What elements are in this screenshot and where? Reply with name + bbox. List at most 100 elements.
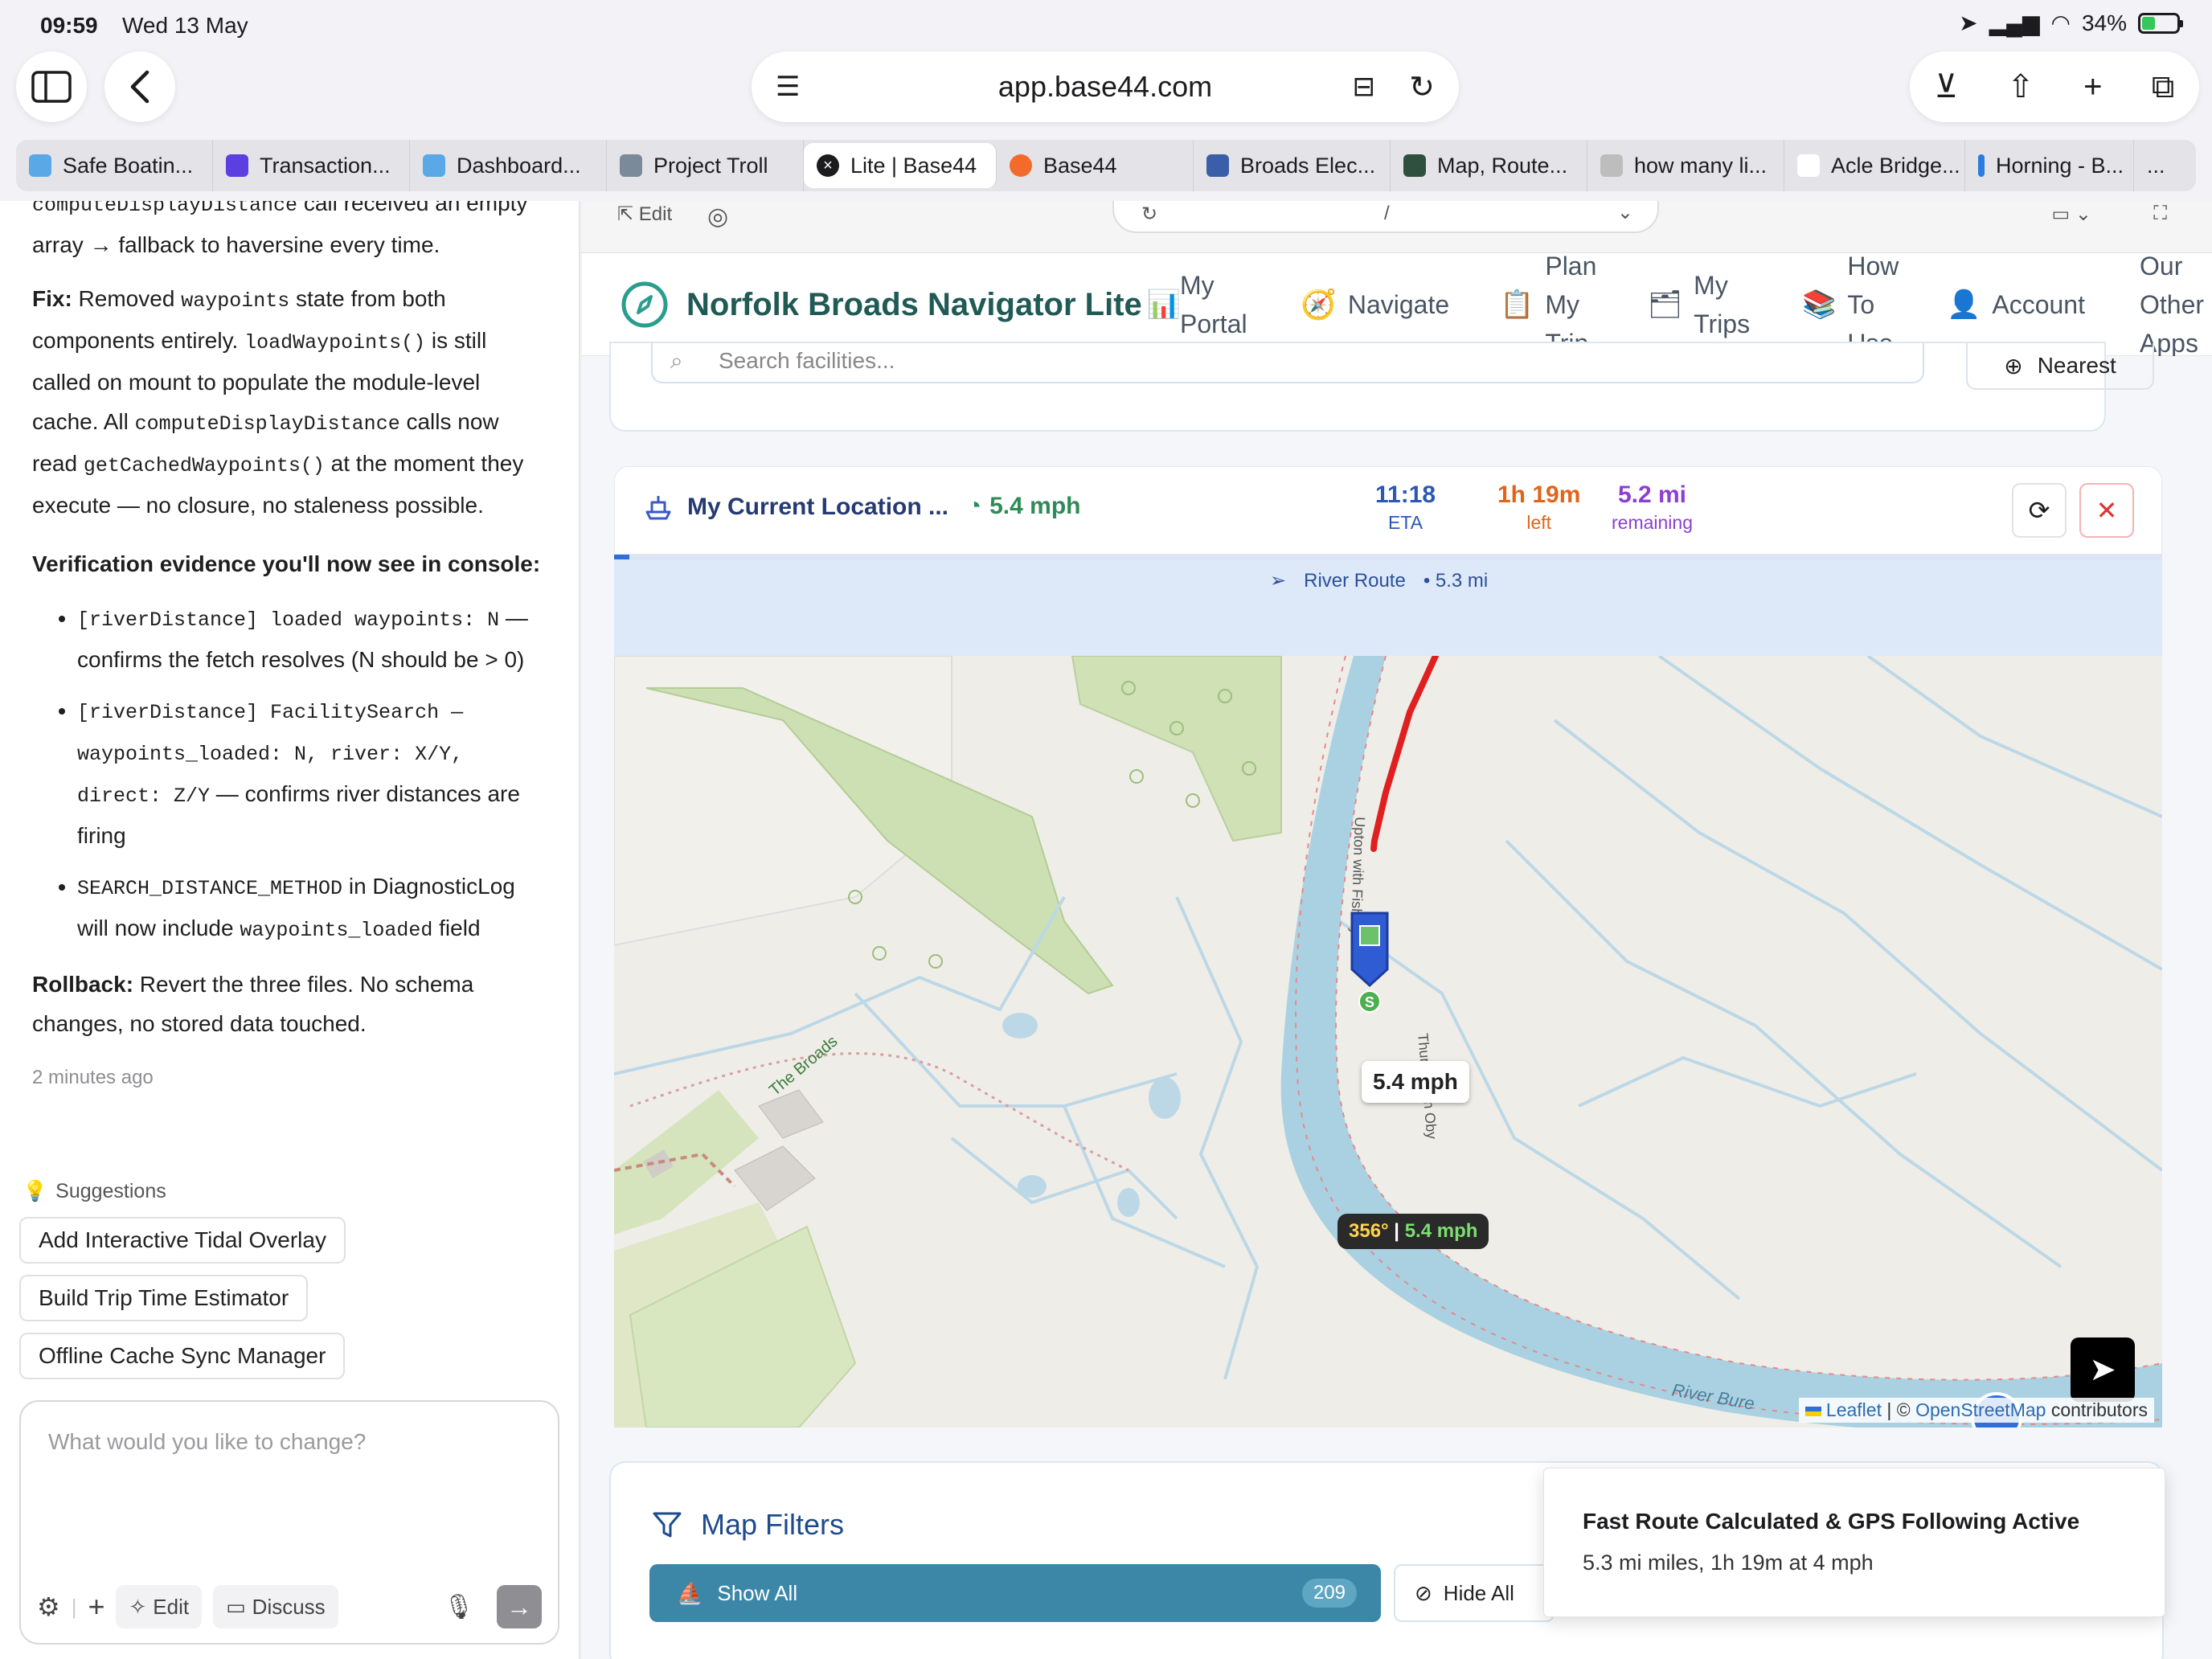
wifi-icon: ◠ <box>2050 10 2071 35</box>
suggestion-chip[interactable]: Add Interactive Tidal Overlay <box>19 1217 346 1264</box>
map-attribution: Leaflet | © OpenStreetMap contributors <box>1798 1398 2154 1423</box>
refresh-icon[interactable]: ↻ <box>1141 203 1157 226</box>
new-tab-icon[interactable]: + <box>2083 69 2102 105</box>
fullscreen-icon[interactable]: ⛶ <box>2153 203 2167 225</box>
toast-title: Fast Route Calculated & GPS Following Ac… <box>1583 1509 2080 1534</box>
tab-more[interactable]: ... <box>2134 140 2182 191</box>
clipboard-icon: 📋 <box>1500 289 1534 320</box>
app-brand[interactable]: Norfolk Broads Navigator Lite 📊 <box>621 281 1181 329</box>
ukraine-flag-icon <box>1804 1406 1821 1416</box>
crosshair-icon: ⊕ <box>2004 353 2023 379</box>
chat-panel: computeDisplayDistance call received an … <box>0 201 580 1659</box>
nearest-button[interactable]: ⊕ Nearest <box>1966 343 2154 390</box>
search-icon: ⌕ <box>670 348 683 373</box>
tab-map-route[interactable]: Map, Route... <box>1391 140 1587 191</box>
tab-favicon <box>1797 154 1820 177</box>
tab-horning[interactable]: Horning - B... <box>1965 140 2134 191</box>
folder-icon: 🗂 <box>1648 289 1683 320</box>
show-all-button[interactable]: ⛵ Show All 209 <box>649 1564 1381 1622</box>
tab-favicon <box>620 154 642 177</box>
share-icon[interactable]: ⇧ <box>2007 68 2034 105</box>
status-time: 09:59 <box>40 13 98 38</box>
nav-other-apps[interactable]: Our Other Apps <box>2140 253 2212 356</box>
device-select-icon[interactable]: ▭ ⌄ <box>2052 203 2091 226</box>
discuss-mode-button[interactable]: ▭ Discuss <box>213 1585 338 1628</box>
filter-icon <box>653 1512 682 1538</box>
chat-rollback-paragraph: Rollback: Revert the three files. No sch… <box>32 972 474 1036</box>
battery-icon <box>2138 12 2183 34</box>
tab-dashboard[interactable]: Dashboard... <box>410 140 607 191</box>
tab-acle-bridge[interactable]: Acle Bridge... <box>1784 140 1965 191</box>
tab-base44[interactable]: Base44 <box>997 140 1194 191</box>
tab-favicon <box>29 154 51 177</box>
editor-edit-button[interactable]: ⇱ Edit <box>617 203 672 226</box>
show-all-count: 209 <box>1301 1579 1357 1608</box>
nav-my-portal[interactable]: My Portal <box>1180 253 1268 356</box>
trip-location: My Current Location ... <box>644 493 948 522</box>
recenter-location-button[interactable]: ➤ <box>2071 1337 2135 1402</box>
microphone-icon[interactable]: 🎙 <box>444 1593 474 1621</box>
leaflet-link[interactable]: Leaflet <box>1826 1399 1882 1420</box>
sidebar-icon <box>31 71 72 103</box>
route-toast-notification[interactable]: Fast Route Calculated & GPS Following Ac… <box>1543 1468 2165 1617</box>
palette-icon[interactable]: ◎ <box>707 203 728 231</box>
osm-link[interactable]: OpenStreetMap <box>1915 1399 2046 1420</box>
nav-plan-my-trip[interactable]: 📋Plan My Trip <box>1500 252 1604 358</box>
close-tab-icon[interactable]: × <box>817 154 839 177</box>
hide-all-button[interactable]: ⊘ Hide All <box>1394 1564 1555 1622</box>
facility-search-input[interactable]: ⌕ Search facilities... <box>651 343 1924 383</box>
browser-toolbar: ☰ app.base44.com ⊟ ↻ ⊻ ⇧ + ⧉ <box>0 50 2212 138</box>
suggestion-chip[interactable]: Offline Cache Sync Manager <box>19 1333 346 1379</box>
tab-lite-base44[interactable]: × Lite | Base44 <box>804 143 997 188</box>
chat-composer[interactable]: What would you like to change? ⚙ | + ✧ Ed… <box>19 1400 559 1645</box>
extension-icon[interactable]: ⊟ <box>1353 71 1376 103</box>
download-icon[interactable]: ⊻ <box>1935 68 1958 105</box>
nav-account[interactable]: 👤 Account <box>1947 253 2085 356</box>
location-arrow-icon: ➤ <box>1959 10 1978 35</box>
page-menu-icon[interactable]: ☰ <box>776 71 800 103</box>
battery-percent: 34% <box>2081 10 2127 35</box>
arrow-right-icon: → <box>506 1591 532 1621</box>
chat-bullet-list: [riverDistance] loaded waypoints: N — co… <box>77 598 547 950</box>
route-info-bar: ➢ River Route • 5.3 mi <box>614 559 2162 656</box>
recalculate-route-button[interactable]: ⟳ <box>2012 483 2067 538</box>
tab-transaction[interactable]: Transaction... <box>213 140 410 191</box>
preview-path-select[interactable]: ↻ / ⌄ <box>1112 201 1659 233</box>
nav-navigate[interactable]: 🧭 Navigate <box>1301 253 1449 356</box>
tab-favicon <box>226 154 248 177</box>
start-badge: S <box>1365 994 1374 1010</box>
navigation-map[interactable]: The Broads River Bure Upton with Fishley… <box>614 656 2162 1428</box>
tab-broads-elec[interactable]: Broads Elec... <box>1194 140 1391 191</box>
tab-project-troll[interactable]: Project Troll <box>607 140 804 191</box>
address-bar[interactable]: ☰ app.base44.com ⊟ ↻ <box>752 51 1459 122</box>
navigation-arrow-icon: ➢ <box>1270 570 1287 592</box>
chat-heading: Verification evidence you'll now see in … <box>32 551 541 576</box>
settings-gear-icon[interactable]: ⚙ <box>37 1591 60 1622</box>
nav-how-to-use[interactable]: 📚How To Use <box>1802 252 1907 358</box>
eta-stat: 11:18 ETA <box>1375 481 1436 534</box>
sidebar-toggle-button[interactable] <box>16 51 87 122</box>
url-text: app.base44.com <box>997 70 1213 103</box>
cursor-icon: ⇱ <box>617 203 639 225</box>
eye-off-icon: ⊘ <box>1415 1580 1432 1605</box>
gauge-icon: ◔ <box>967 493 982 519</box>
chat-line: array → fallback to haversine every time… <box>32 232 440 257</box>
suggestion-chip[interactable]: Build Trip Time Estimator <box>19 1275 309 1321</box>
tab-how-many[interactable]: how many li... <box>1587 140 1784 191</box>
send-button[interactable]: → <box>497 1585 542 1628</box>
composer-placeholder[interactable]: What would you like to change? <box>48 1429 366 1455</box>
back-button[interactable] <box>104 51 175 122</box>
reload-icon[interactable]: ↻ <box>1409 69 1435 105</box>
tab-overview-icon[interactable]: ⧉ <box>2152 69 2175 105</box>
add-icon[interactable]: + <box>88 1590 104 1624</box>
stop-navigation-button[interactable]: ✕ <box>2079 483 2134 538</box>
nav-my-trips[interactable]: 🗂 My Trips <box>1648 253 1752 356</box>
chevron-down-icon: ⌄ <box>1616 202 1633 223</box>
tab-safe-boating[interactable]: Safe Boatin... <box>16 140 213 191</box>
tab-favicon <box>1978 154 1985 177</box>
toolbar-actions: ⊻ ⇧ + ⧉ <box>1910 51 2199 122</box>
composer-toolbar: ⚙ | + ✧ Edit ▭ Discuss 🎙 → <box>37 1583 542 1630</box>
sailboat-icon: ⛵ <box>677 1580 703 1605</box>
edit-mode-button[interactable]: ✧ Edit <box>116 1585 203 1628</box>
remaining-label: remaining <box>1612 512 1693 533</box>
